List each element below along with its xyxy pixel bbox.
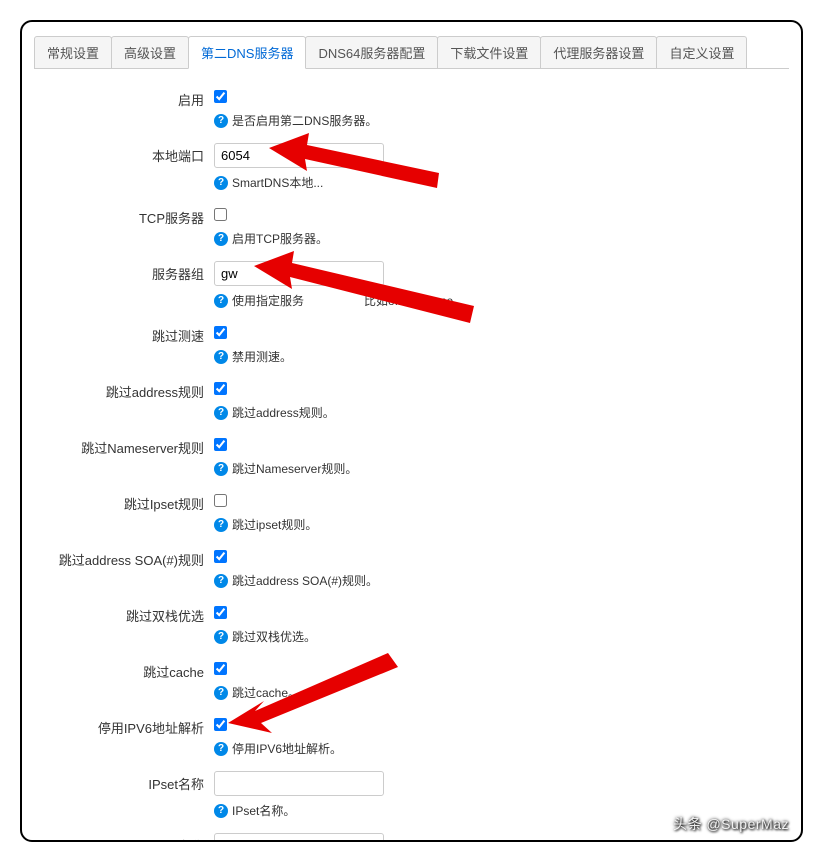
help-server-group-suffix: 比如office, home。 — [364, 292, 465, 309]
help-icon[interactable]: ? — [214, 406, 228, 420]
input-ipset-name[interactable] — [214, 771, 384, 796]
label-disable-ipv6: 停用IPV6地址解析 — [34, 715, 214, 737]
help-skip-dualstack: 跳过双栈优选。 — [232, 628, 316, 645]
help-icon[interactable]: ? — [214, 686, 228, 700]
help-local-port: SmartDNS本地... — [232, 174, 323, 191]
label-skip-dualstack: 跳过双栈优选 — [34, 603, 214, 625]
tab-general[interactable]: 常规设置 — [34, 36, 112, 68]
help-icon[interactable]: ? — [214, 176, 228, 190]
label-nftset-name: NFTSet名称 — [34, 833, 214, 842]
checkbox-enable[interactable] — [214, 90, 227, 103]
tab-advanced[interactable]: 高级设置 — [111, 36, 189, 68]
label-enable: 启用 — [34, 87, 214, 109]
help-skip-speed: 禁用测速。 — [232, 348, 292, 365]
tab-dns64[interactable]: DNS64服务器配置 — [305, 36, 438, 68]
label-ipset-name: IPset名称 — [34, 771, 214, 793]
help-skip-nameserver: 跳过Nameserver规则。 — [232, 460, 357, 477]
checkbox-skip-ipset[interactable] — [214, 494, 227, 507]
label-local-port: 本地端口 — [34, 143, 214, 165]
label-tcp-server: TCP服务器 — [34, 205, 214, 227]
input-server-group[interactable] — [214, 261, 384, 286]
checkbox-skip-nameserver[interactable] — [214, 438, 227, 451]
help-icon[interactable]: ? — [214, 232, 228, 246]
help-icon[interactable]: ? — [214, 742, 228, 756]
tabs-bar: 常规设置 高级设置 第二DNS服务器 DNS64服务器配置 下载文件设置 代理服… — [34, 36, 789, 69]
checkbox-skip-speed[interactable] — [214, 326, 227, 339]
tab-second-dns[interactable]: 第二DNS服务器 — [188, 36, 306, 69]
checkbox-skip-address[interactable] — [214, 382, 227, 395]
help-icon[interactable]: ? — [214, 294, 228, 308]
help-icon[interactable]: ? — [214, 630, 228, 644]
help-skip-ipset: 跳过ipset规则。 — [232, 516, 317, 533]
input-local-port[interactable] — [214, 143, 384, 168]
tab-download[interactable]: 下载文件设置 — [437, 36, 541, 68]
help-icon[interactable]: ? — [214, 114, 228, 128]
help-skip-soa: 跳过address SOA(#)规则。 — [232, 572, 378, 589]
help-enable: 是否启用第二DNS服务器。 — [232, 112, 377, 129]
input-nftset-name[interactable] — [214, 833, 384, 842]
help-icon[interactable]: ? — [214, 350, 228, 364]
label-server-group: 服务器组 — [34, 261, 214, 283]
tab-custom[interactable]: 自定义设置 — [656, 36, 747, 68]
tab-proxy[interactable]: 代理服务器设置 — [540, 36, 657, 68]
label-skip-ipset: 跳过Ipset规则 — [34, 491, 214, 513]
help-icon[interactable]: ? — [214, 574, 228, 588]
label-skip-speed: 跳过测速 — [34, 323, 214, 345]
help-skip-address: 跳过address规则。 — [232, 404, 335, 421]
help-icon[interactable]: ? — [214, 804, 228, 818]
checkbox-skip-soa[interactable] — [214, 550, 227, 563]
help-disable-ipv6: 停用IPV6地址解析。 — [232, 740, 342, 757]
label-skip-address: 跳过address规则 — [34, 379, 214, 401]
help-icon[interactable]: ? — [214, 462, 228, 476]
help-icon[interactable]: ? — [214, 518, 228, 532]
checkbox-skip-dualstack[interactable] — [214, 606, 227, 619]
label-skip-cache: 跳过cache — [34, 659, 214, 681]
help-ipset-name: IPset名称。 — [232, 802, 295, 819]
checkbox-skip-cache[interactable] — [214, 662, 227, 675]
help-skip-cache: 跳过cache。 — [232, 684, 300, 701]
watermark: 头条 @SuperMaz — [673, 814, 789, 834]
label-skip-soa: 跳过address SOA(#)规则 — [34, 547, 214, 569]
checkbox-disable-ipv6[interactable] — [214, 718, 227, 731]
label-skip-nameserver: 跳过Nameserver规则 — [34, 435, 214, 457]
checkbox-tcp-server[interactable] — [214, 208, 227, 221]
help-server-group: 使用指定服务 — [232, 292, 304, 309]
help-tcp-server: 启用TCP服务器。 — [232, 230, 328, 247]
